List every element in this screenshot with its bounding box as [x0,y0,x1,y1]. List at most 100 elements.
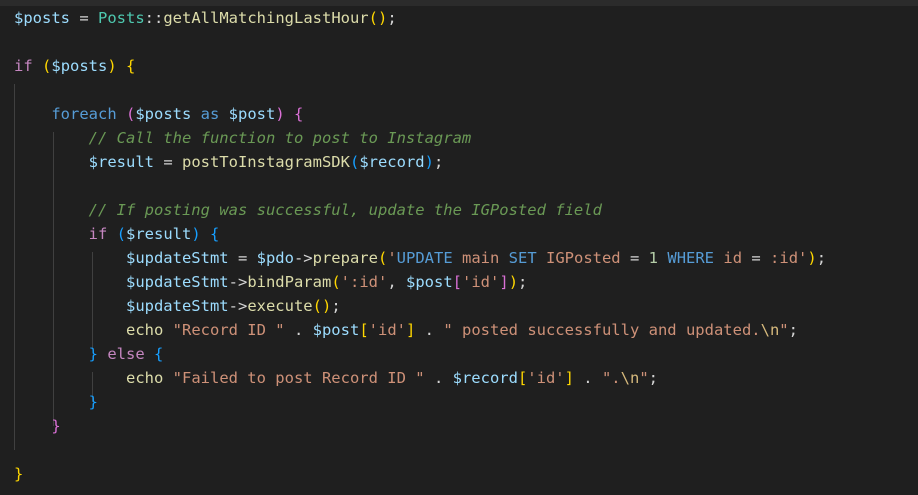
code-token: $updateStmt [125,249,229,267]
code-token: $post [406,273,453,291]
code-token: $record [359,153,425,171]
code-line[interactable]: $result = postToInstagramSDK($record); [14,150,444,174]
code-token: id [714,249,752,267]
code-token: [ [517,369,528,387]
code-token: :id' [760,249,808,267]
code-line[interactable]: } [14,414,61,438]
code-line[interactable]: $updateStmt = $pdo->prepare('UPDATE main… [14,246,826,270]
code-token: ". [601,369,621,387]
code-token: "Record ID " [172,321,285,339]
code-token: , [387,273,406,291]
code-token: Posts [98,9,145,27]
code-token: -> [228,297,248,315]
code-token: ; [433,153,444,171]
code-token: $pdo [256,249,294,267]
code-token: [ [452,273,463,291]
code-token: $post [228,105,276,123]
code-line[interactable]: $updateStmt->execute(); [14,294,341,318]
code-token: as [191,105,229,123]
code-token: prepare [312,249,378,267]
code-line[interactable]: echo "Failed to post Record ID " . $reco… [14,366,658,390]
code-token: SET [508,249,537,267]
code-token: \n [620,369,640,387]
code-token: " [639,369,649,387]
code-line[interactable]: $updateStmt->bindParam(':id', $post['id'… [14,270,527,294]
code-token: = [228,249,257,267]
code-token: ( [331,273,341,291]
code-token: = [629,249,640,267]
code-token: ) [807,249,817,267]
code-token: postToInstagramSDK [181,153,350,171]
code-token: main [452,249,509,267]
code-token: . [573,369,602,387]
code-token: 1 [648,249,659,267]
code-line[interactable]: if ($result) { [14,222,220,246]
code-token: ; [387,9,397,27]
code-token: 'id' [527,369,565,387]
code-line[interactable]: } [14,462,23,486]
code-token: 'id' [462,273,500,291]
code-token: foreach [51,105,117,123]
code-token: = [153,153,182,171]
code-token: } [51,417,61,435]
code-token: . [284,321,313,339]
code-token: getAllMatchingLastHour [163,9,369,27]
code-line[interactable]: foreach ($posts as $post) { [14,102,303,126]
code-line[interactable]: $posts = Posts::getAllMatchingLastHour()… [14,6,397,30]
code-token: // If posting was successful, update the… [88,201,602,219]
code-token: ) [107,57,117,75]
code-token: . [415,321,444,339]
code-token: [ [359,321,369,339]
code-token: } [88,345,98,363]
code-token: = [70,9,98,27]
code-token: bindParam [247,273,332,291]
code-line[interactable]: } else { [14,342,164,366]
code-token: } [14,465,24,483]
code-line[interactable]: if ($posts) { [14,54,135,78]
code-line[interactable]: } [14,390,98,414]
code-token: $post [312,321,360,339]
code-token: ) [191,225,201,243]
code-token: // Call the function to post to Instagra… [88,129,472,147]
code-token: ; [648,369,658,387]
code-token: if [88,225,108,243]
code-token: $updateStmt [125,297,229,315]
code-token: if [14,57,33,75]
code-token: execute [247,297,313,315]
code-token: ; [331,297,341,315]
code-editor[interactable]: $posts = Posts::getAllMatchingLastHour()… [0,6,918,495]
code-token: $updateStmt [125,273,229,291]
code-token: { [126,57,136,75]
code-line[interactable]: // Call the function to post to Instagra… [14,126,472,150]
code-token: $record [452,369,518,387]
code-token: ; [788,321,798,339]
code-line[interactable]: // If posting was successful, update the… [14,198,602,222]
code-token: $result [126,225,192,243]
code-token: UPDATE [396,249,453,267]
code-token: ) [508,273,519,291]
code-token: -> [228,273,248,291]
code-line[interactable]: echo "Record ID " . $post['id'] . " post… [14,318,798,342]
code-token: $posts [135,105,192,123]
code-token: ( [116,225,127,243]
code-token: } [88,393,98,411]
code-token: " [779,321,789,339]
code-token: = [751,249,761,267]
code-token: \n [760,321,780,339]
code-token: "Failed to post Record ID " [172,369,425,387]
